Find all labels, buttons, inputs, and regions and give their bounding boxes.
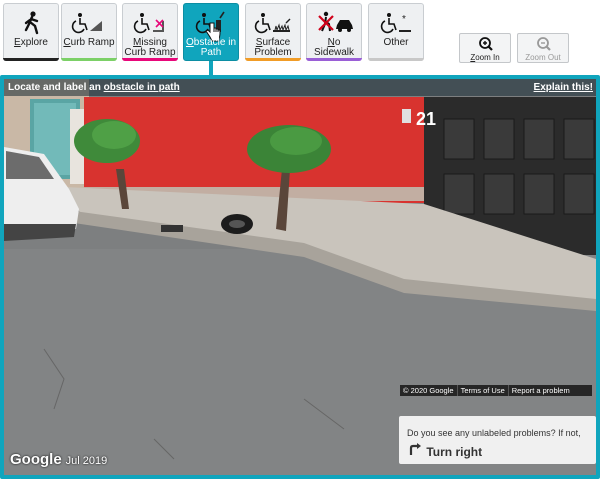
svg-text:*: * <box>402 14 406 25</box>
no-sidewalk-icon <box>318 11 353 32</box>
terms-of-use-link[interactable]: Terms of Use <box>458 385 509 396</box>
surface-problem-button[interactable]: Surface Problem <box>245 3 301 61</box>
report-problem-link[interactable]: Report a problem <box>509 385 573 396</box>
surface-problem-color-bar <box>245 58 301 61</box>
active-tool-connector <box>209 61 213 76</box>
capture-date: Jul 2019 <box>65 455 108 467</box>
tire-hole <box>229 220 245 228</box>
obstacle-in-path-button[interactable]: Obstacle in Path <box>183 3 239 61</box>
missing-curb-ramp-icon <box>133 13 164 34</box>
no-sidewalk-color-bar <box>306 58 362 61</box>
curb-ramp-icon <box>71 13 102 34</box>
unlabeled-problems-prompt: Do you see any unlabeled problems? If no… <box>399 416 596 464</box>
instruction-text: Locate and label an <box>8 82 104 93</box>
curb-ramp-label: Curb Ramp <box>63 37 115 48</box>
house-number: 21 <box>416 109 436 129</box>
walking-person-icon <box>24 11 39 35</box>
google-watermark: Google Jul 2019 <box>10 451 107 468</box>
google-footer: © 2020 Google Terms of Use Report a proble… <box>400 385 592 396</box>
curb-ramp-button[interactable]: Curb Ramp <box>61 3 117 61</box>
other-label: Other <box>383 37 409 48</box>
car-bumper <box>4 224 76 241</box>
missing-curb-ramp-color-bar <box>122 58 178 61</box>
missing-curb-ramp-label: Missing Curb Ramp <box>124 37 176 58</box>
zoom-out-label: Zoom Out <box>525 53 561 62</box>
surface-problem-icon <box>254 13 291 34</box>
other-color-bar <box>368 58 424 61</box>
zoom-out-button[interactable]: Zoom Out <box>517 33 569 63</box>
explore-button[interactable]: Explore <box>3 3 59 61</box>
zoom-in-button[interactable]: Zoom In <box>459 33 511 63</box>
house-plaque <box>402 109 411 123</box>
obstacle-in-path-label: Obstacle in Path <box>185 37 237 58</box>
explain-this-link[interactable]: Explain this! <box>534 79 593 96</box>
storm-drain <box>161 225 183 232</box>
prompt-question: Do you see any unlabeled problems? If no… <box>407 428 581 438</box>
obstacle-in-path-link[interactable]: obstacle in path <box>104 82 180 93</box>
zoom-out-icon <box>537 37 551 51</box>
no-sidewalk-label: No Sidewalk <box>313 37 355 58</box>
explore-color-bar <box>3 58 59 61</box>
curb-ramp-color-bar <box>61 58 117 61</box>
other-button[interactable]: * Other <box>368 3 424 61</box>
explore-label: Explore <box>14 37 48 48</box>
label-toolbar: Explore Curb Ramp Missing Curb Ramp Obst… <box>0 0 600 76</box>
zoom-in-label: Zoom In <box>470 53 500 62</box>
turn-right-button[interactable]: Turn right <box>407 442 482 460</box>
turn-right-arrow-icon <box>409 443 421 455</box>
street-view-panorama[interactable]: 21 Locate and label an obstacle in path … <box>0 75 600 479</box>
turn-right-label: Turn right <box>426 445 483 459</box>
task-instruction-bar: Locate and label an obstacle in path Exp… <box>4 79 596 96</box>
zoom-in-icon <box>479 37 493 51</box>
right-tree-canopy-highlight <box>270 127 322 155</box>
copyright-text: © 2020 Google <box>400 385 458 396</box>
surface-problem-label: Surface Problem <box>254 37 292 58</box>
left-tree-canopy-highlight <box>92 121 136 149</box>
google-logo: Google <box>10 451 62 468</box>
missing-curb-ramp-button[interactable]: Missing Curb Ramp <box>122 3 178 61</box>
other-icon: * <box>380 13 411 34</box>
no-sidewalk-button[interactable]: No Sidewalk <box>306 3 362 61</box>
